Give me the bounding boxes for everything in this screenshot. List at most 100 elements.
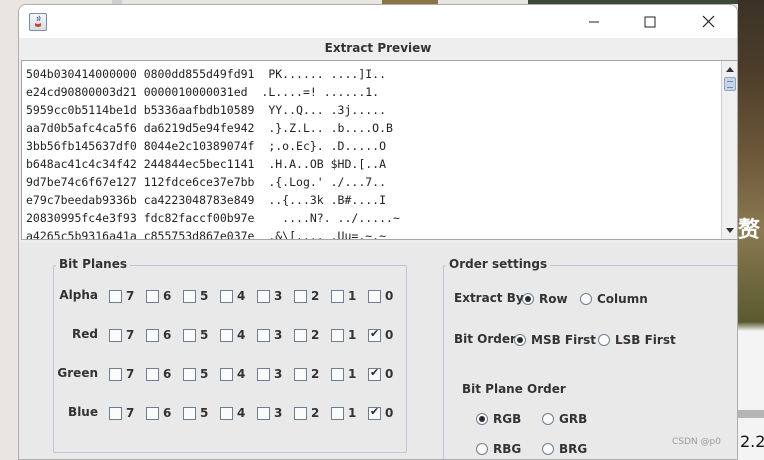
bit-checkbox-green-4[interactable]: 4 (220, 366, 245, 382)
bit-checkbox-red-3[interactable]: 3 (257, 327, 282, 343)
extract-by-column-option[interactable]: Column (580, 292, 648, 306)
plane-order-brg-radio[interactable] (542, 443, 554, 455)
bit-number-label: 5 (200, 289, 209, 303)
plane-order-grb-option[interactable]: GRB (542, 412, 587, 426)
bit-checkbox-green-5[interactable]: 5 (183, 366, 208, 382)
checkbox[interactable] (183, 328, 196, 342)
plane-order-rbg-option[interactable]: RBG (476, 442, 521, 456)
extract-preview-window: Extract Preview 504b030414000000 0800dd8… (18, 4, 738, 460)
extract-by-row-radio[interactable] (522, 293, 534, 305)
checkbox[interactable] (368, 327, 381, 342)
plane-order-rbg-radio[interactable] (476, 443, 488, 455)
bit-order-msb-radio[interactable] (514, 334, 526, 346)
hex-preview-text[interactable]: 504b030414000000 0800dd855d49fd91 PK....… (26, 65, 722, 239)
plane-order-grb-radio[interactable] (542, 413, 554, 425)
bit-number-label: 2 (311, 328, 320, 342)
checkbox[interactable] (220, 367, 233, 381)
plane-order-rgb-option[interactable]: RGB (476, 412, 521, 426)
checkbox[interactable] (220, 289, 233, 303)
bit-checkbox-red-4[interactable]: 4 (220, 327, 245, 343)
checkbox[interactable] (368, 366, 381, 381)
checkbox[interactable] (257, 367, 270, 381)
bit-plane-row-alpha: Alpha 7 6 5 4 3 2 1 0 (54, 286, 406, 306)
extract-by-column-radio[interactable] (580, 293, 592, 305)
checkbox[interactable] (109, 289, 122, 303)
bit-checkbox-green-1[interactable]: 1 (331, 366, 356, 382)
hex-preview-area[interactable]: 504b030414000000 0800dd855d49fd91 PK....… (21, 60, 737, 240)
bit-checkbox-blue-5[interactable]: 5 (183, 405, 208, 421)
checkbox[interactable] (331, 289, 344, 303)
bit-checkbox-green-6[interactable]: 6 (146, 366, 171, 382)
desktop-side-char: 赘 (738, 218, 761, 243)
bit-checkbox-alpha-2[interactable]: 2 (294, 288, 319, 304)
plane-order-brg-option[interactable]: BRG (542, 442, 587, 456)
minimize-button[interactable] (571, 5, 617, 38)
bit-order-lsb-option[interactable]: LSB First (598, 333, 676, 347)
checkbox[interactable] (183, 367, 196, 381)
extract-by-row-option[interactable]: Row (522, 292, 568, 306)
title-bar[interactable] (19, 5, 737, 38)
bit-checkbox-red-1[interactable]: 1 (331, 327, 356, 343)
checkbox[interactable] (294, 328, 307, 342)
bit-checkbox-blue-1[interactable]: 1 (331, 405, 356, 421)
bit-checkbox-red-6[interactable]: 6 (146, 327, 171, 343)
checkbox[interactable] (109, 406, 122, 420)
channel-label: Blue (68, 405, 98, 419)
checkbox[interactable] (146, 328, 159, 342)
bit-checkbox-alpha-5[interactable]: 5 (183, 288, 208, 304)
bit-checkbox-green-2[interactable]: 2 (294, 366, 319, 382)
bit-checkbox-blue-6[interactable]: 6 (146, 405, 171, 421)
bit-checkbox-blue-2[interactable]: 2 (294, 405, 319, 421)
vertical-scrollbar[interactable] (721, 61, 737, 239)
checkbox[interactable] (109, 367, 122, 381)
checkbox[interactable] (146, 289, 159, 303)
java-app-icon[interactable] (29, 13, 47, 31)
checkbox[interactable] (257, 406, 270, 420)
checkbox[interactable] (294, 367, 307, 381)
checkbox[interactable] (220, 328, 233, 342)
bit-checkbox-red-2[interactable]: 2 (294, 327, 319, 343)
bit-checkbox-red-5[interactable]: 5 (183, 327, 208, 343)
scroll-down-arrow-icon[interactable] (722, 223, 737, 239)
bit-checkbox-red-0[interactable]: 0 (368, 327, 393, 343)
checkbox[interactable] (146, 367, 159, 381)
bit-checkbox-green-7[interactable]: 7 (109, 366, 134, 382)
bit-checkbox-green-0[interactable]: 0 (368, 366, 393, 382)
bit-order-lsb-radio[interactable] (598, 334, 610, 346)
bit-checkbox-alpha-6[interactable]: 6 (146, 288, 171, 304)
checkbox[interactable] (368, 405, 381, 420)
checkbox[interactable] (294, 289, 307, 303)
bit-number-label: 4 (237, 328, 246, 342)
checkbox[interactable] (183, 406, 196, 420)
checkbox[interactable] (368, 289, 381, 303)
maximize-button[interactable] (627, 5, 673, 38)
checkbox[interactable] (183, 289, 196, 303)
checkbox[interactable] (294, 406, 307, 420)
checkbox[interactable] (331, 406, 344, 420)
bit-checkbox-alpha-4[interactable]: 4 (220, 288, 245, 304)
bit-checkbox-blue-0[interactable]: 0 (368, 405, 393, 421)
checkbox[interactable] (220, 406, 233, 420)
bit-checkbox-red-7[interactable]: 7 (109, 327, 134, 343)
bit-checkbox-alpha-1[interactable]: 1 (331, 288, 356, 304)
close-button[interactable] (685, 5, 731, 38)
bit-checkbox-alpha-3[interactable]: 3 (257, 288, 282, 304)
scroll-up-arrow-icon[interactable] (722, 61, 737, 77)
bit-checkbox-blue-7[interactable]: 7 (109, 405, 134, 421)
bit-order-msb-option[interactable]: MSB First (514, 333, 596, 347)
checkbox[interactable] (331, 328, 344, 342)
checkbox[interactable] (257, 289, 270, 303)
bit-checkbox-alpha-0[interactable]: 0 (368, 288, 393, 304)
bit-checkbox-green-3[interactable]: 3 (257, 366, 282, 382)
checkbox[interactable] (109, 328, 122, 342)
bit-checkbox-blue-4[interactable]: 4 (220, 405, 245, 421)
bit-number-label: 0 (385, 367, 394, 381)
checkbox[interactable] (146, 406, 159, 420)
bit-checkbox-blue-3[interactable]: 3 (257, 405, 282, 421)
hex-line: aa7d0b5afc4ca5f6 da6219d5e94fe942 .}.Z.L… (26, 121, 393, 135)
bit-checkbox-alpha-7[interactable]: 7 (109, 288, 134, 304)
checkbox[interactable] (331, 367, 344, 381)
scrollbar-thumb[interactable] (724, 77, 736, 91)
plane-order-rgb-radio[interactable] (476, 413, 488, 425)
checkbox[interactable] (257, 328, 270, 342)
